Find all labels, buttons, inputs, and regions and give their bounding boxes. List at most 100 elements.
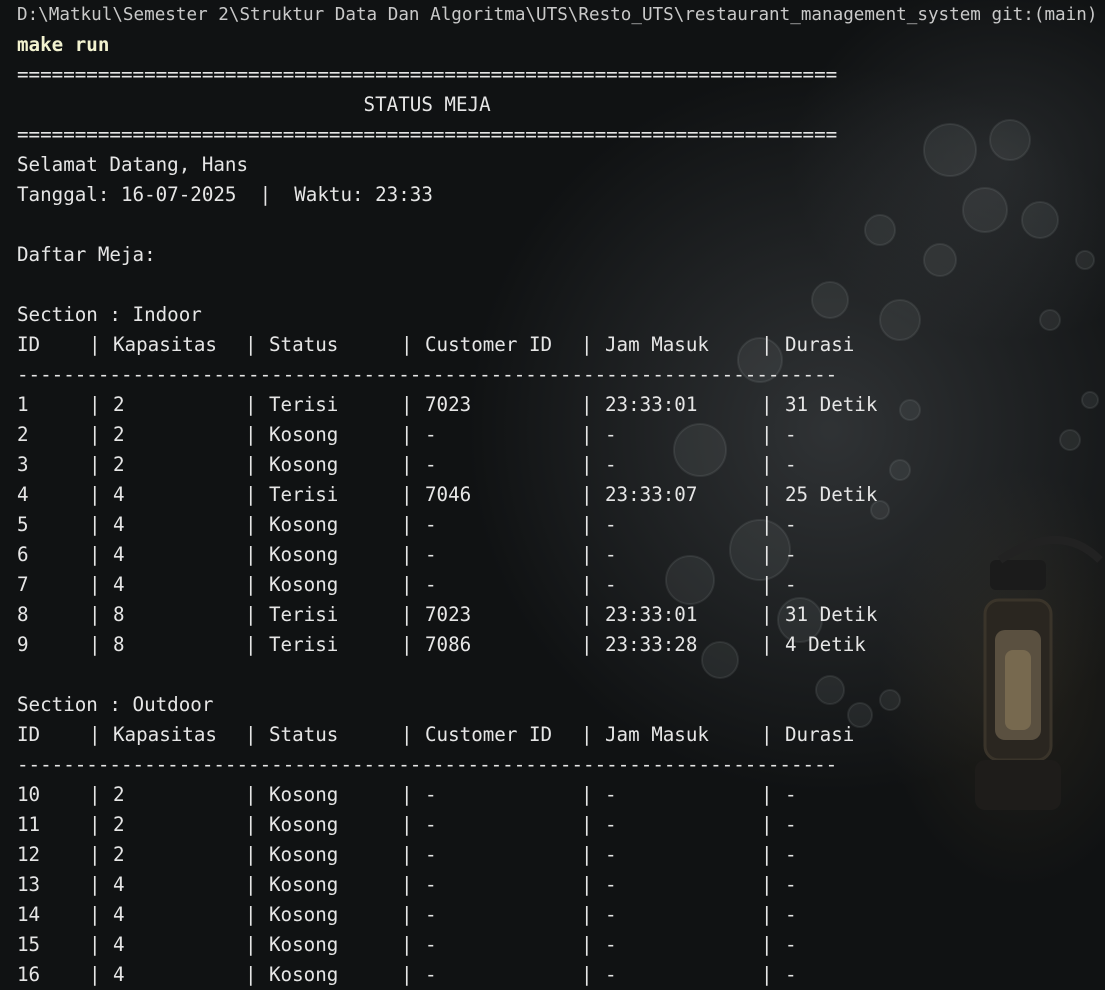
column-separator: | bbox=[761, 483, 785, 506]
table-header-row: ID | Kapasitas | Status | Customer ID | Jam … bbox=[17, 720, 1105, 750]
column-separator: | bbox=[761, 963, 785, 986]
column-separator: | bbox=[245, 603, 269, 626]
table-row: 6 | 4 | Kosong | - | - | - bbox=[17, 540, 1105, 570]
column-separator: | bbox=[581, 783, 605, 806]
column-separator: | bbox=[761, 843, 785, 866]
column-separator: | bbox=[761, 393, 785, 416]
column-separator: | bbox=[89, 453, 113, 476]
column-separator: | bbox=[401, 783, 425, 806]
column-separator: | bbox=[581, 393, 605, 416]
column-separator: | bbox=[401, 963, 425, 986]
table-cell: 13 bbox=[17, 873, 41, 896]
table-row: 12 | 2 | Kosong | - | - | - bbox=[17, 840, 1105, 870]
column-separator: | bbox=[761, 813, 785, 836]
column-separator: | bbox=[245, 903, 269, 926]
table-cell: 4 bbox=[113, 933, 125, 956]
table-cell: - bbox=[605, 903, 617, 926]
column-separator: | bbox=[581, 963, 605, 986]
column-separator: | bbox=[581, 453, 605, 476]
table-cell: 31 Detik bbox=[785, 603, 878, 626]
table-cell: 23:33:01 bbox=[605, 393, 698, 416]
table-cell: 2 bbox=[17, 423, 29, 446]
table-cell: 1 bbox=[17, 393, 29, 416]
table-cell: Terisi bbox=[269, 633, 339, 656]
column-separator: | bbox=[245, 633, 269, 656]
double-rule: ========================================… bbox=[17, 123, 838, 146]
table-cell: - bbox=[785, 513, 797, 536]
table-row: 9 | 8 | Terisi | 7086 | 23:33:28 | 4 Detik bbox=[17, 630, 1105, 660]
column-separator: | bbox=[581, 723, 605, 746]
column-separator: | bbox=[245, 393, 269, 416]
table-cell: 7 bbox=[17, 573, 29, 596]
column-separator: | bbox=[89, 963, 113, 986]
table-row: 16 | 4 | Kosong | - | - | - bbox=[17, 960, 1105, 990]
column-separator: | bbox=[761, 783, 785, 806]
column-separator: | bbox=[761, 423, 785, 446]
table-cell: Customer ID bbox=[425, 333, 553, 356]
column-separator: | bbox=[581, 873, 605, 896]
column-separator: | bbox=[89, 573, 113, 596]
table-cell: - bbox=[605, 813, 617, 836]
table-cell: Terisi bbox=[269, 483, 339, 506]
table-cell: - bbox=[425, 933, 437, 956]
table-cell: 7046 bbox=[425, 483, 472, 506]
column-separator: | bbox=[245, 573, 269, 596]
table-cell: Jam Masuk bbox=[605, 723, 709, 746]
prompt-path: D:\Matkul\Semester 2\Struktur Data Dan A… bbox=[17, 5, 1098, 25]
table-cell: ID bbox=[17, 723, 41, 746]
table-cell: Kosong bbox=[269, 873, 339, 896]
column-separator: | bbox=[761, 513, 785, 536]
table-cell: - bbox=[785, 423, 797, 446]
table-cell: - bbox=[605, 843, 617, 866]
table-cell: 7023 bbox=[425, 603, 472, 626]
table-cell: Durasi bbox=[785, 723, 855, 746]
table-cell: - bbox=[425, 513, 437, 536]
table-cell: - bbox=[605, 513, 617, 536]
table-cell: Kosong bbox=[269, 513, 339, 536]
table-cell: ID bbox=[17, 333, 41, 356]
table-cell: 23:33:01 bbox=[605, 603, 698, 626]
column-separator: | bbox=[89, 723, 113, 746]
table-cell: 25 Detik bbox=[785, 483, 878, 506]
table-row: 11 | 2 | Kosong | - | - | - bbox=[17, 810, 1105, 840]
table-cell: Kosong bbox=[269, 783, 339, 806]
column-separator: | bbox=[245, 813, 269, 836]
table-cell: 2 bbox=[113, 843, 125, 866]
single-rule: ----------------------------------------… bbox=[17, 753, 838, 776]
table-cell: 4 bbox=[113, 483, 125, 506]
table-cell: Kosong bbox=[269, 843, 339, 866]
column-separator: | bbox=[401, 513, 425, 536]
table-cell: - bbox=[785, 843, 797, 866]
table-row: 14 | 4 | Kosong | - | - | - bbox=[17, 900, 1105, 930]
column-separator: | bbox=[89, 873, 113, 896]
table-cell: 10 bbox=[17, 783, 41, 806]
column-separator: | bbox=[581, 603, 605, 626]
table-cell: 4 bbox=[113, 873, 125, 896]
table-cell: - bbox=[425, 963, 437, 986]
table-cell: 11 bbox=[17, 813, 41, 836]
table-cell: 4 bbox=[113, 903, 125, 926]
table-row: 1 | 2 | Terisi | 7023 | 23:33:01 | 31 Detik bbox=[17, 390, 1105, 420]
column-separator: | bbox=[245, 783, 269, 806]
table-cell: - bbox=[785, 963, 797, 986]
column-separator: | bbox=[761, 873, 785, 896]
column-separator: | bbox=[89, 813, 113, 836]
column-separator: | bbox=[89, 633, 113, 656]
table-cell: 4 bbox=[113, 513, 125, 536]
table-row: 5 | 4 | Kosong | - | - | - bbox=[17, 510, 1105, 540]
table-row: 8 | 8 | Terisi | 7023 | 23:33:01 | 31 Detik bbox=[17, 600, 1105, 630]
column-separator: | bbox=[581, 483, 605, 506]
column-separator: | bbox=[761, 603, 785, 626]
table-cell: - bbox=[605, 873, 617, 896]
column-separator: | bbox=[89, 333, 113, 356]
table-cell: 23:33:28 bbox=[605, 633, 698, 656]
column-separator: | bbox=[401, 723, 425, 746]
column-separator: | bbox=[581, 423, 605, 446]
column-separator: | bbox=[761, 903, 785, 926]
table-cell: Kosong bbox=[269, 933, 339, 956]
table-cell: 4 Detik bbox=[785, 633, 866, 656]
table-cell: 2 bbox=[113, 393, 125, 416]
column-separator: | bbox=[401, 843, 425, 866]
